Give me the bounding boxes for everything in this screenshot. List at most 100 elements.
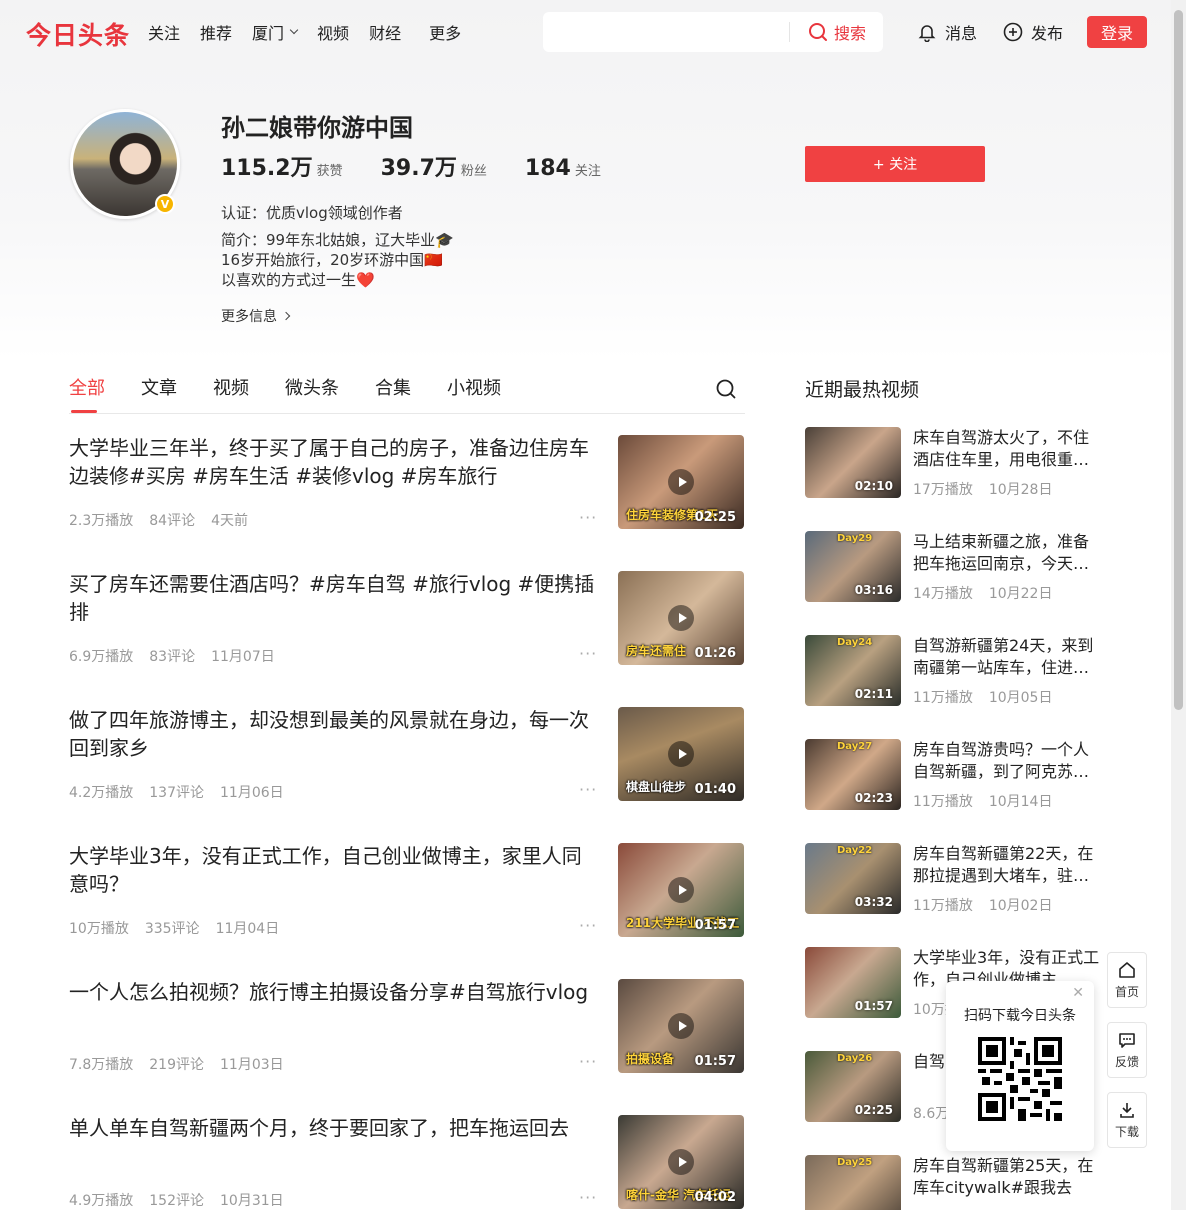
tab-collections[interactable]: 合集 — [375, 374, 411, 414]
follow-button[interactable]: + 关注 — [805, 146, 985, 182]
feed-title[interactable]: 单人单车自驾新疆两个月，终于要回家了，把车拖运回去 — [69, 1114, 599, 1142]
feed-title[interactable]: 大学毕业3年，没有正式工作，自己创业做博主，家里人同意吗？ — [69, 842, 599, 898]
video-duration: 01:40 — [694, 782, 736, 797]
feed-title[interactable]: 买了房车还需要住酒店吗？#房车自驾 #旅行vlog #便携插排 — [69, 570, 599, 626]
hot-video-item[interactable]: Day29 03:16 马上结束新疆之旅，准备把车拖运回南京，今天… 14万播放… — [805, 531, 1100, 635]
hot-video-thumbnail[interactable]: Day25 — [805, 1155, 901, 1210]
tab-articles[interactable]: 文章 — [141, 374, 177, 414]
scrollbar-thumb[interactable] — [1174, 10, 1183, 710]
hot-video-item[interactable]: Day27 02:23 房车自驾游贵吗？一个人自驾新疆，到了阿克苏… 11万播放… — [805, 739, 1100, 843]
hot-video-plays: 14万播放 — [913, 586, 973, 602]
tab-short-videos[interactable]: 小视频 — [447, 374, 501, 414]
hot-video-item[interactable]: Day22 03:32 房车自驾新疆第22天，在那拉提遇到大堵车，驻… 11万播… — [805, 843, 1100, 947]
stat-fans[interactable]: 39.7万 粉丝 — [381, 150, 487, 182]
tab-search-button[interactable] — [715, 378, 737, 404]
stat-following[interactable]: 184 关注 — [525, 156, 601, 181]
search-button-label: 搜索 — [834, 24, 867, 43]
hot-video-thumbnail[interactable]: Day24 02:11 — [805, 635, 901, 706]
publish-button[interactable]: 发布 — [1003, 20, 1063, 44]
nav-city[interactable]: 厦门 — [252, 20, 299, 44]
chevron-right-icon — [281, 311, 291, 321]
more-options-icon[interactable]: ··· — [579, 1188, 597, 1207]
feed-item[interactable]: 大学毕业三年半，终于买了属于自己的房子，准备边住房车边装修#买房 #房车生活 #… — [69, 428, 745, 564]
login-button[interactable]: 登录 — [1087, 16, 1147, 48]
more-options-icon[interactable]: ··· — [579, 508, 597, 527]
nav-finance[interactable]: 财经 — [369, 20, 401, 44]
hot-video-tag: Day27 — [837, 741, 873, 752]
feed-title[interactable]: 大学毕业三年半，终于买了属于自己的房子，准备边住房车边装修#买房 #房车生活 #… — [69, 434, 599, 490]
hot-video-item[interactable]: 02:10 床车自驾游太火了，不住酒店住车里，用电很重… 17万播放 10月28日 — [805, 427, 1100, 531]
search-button[interactable]: 搜索 — [808, 20, 866, 44]
toutiao-logo[interactable]: 今日头条 — [26, 16, 130, 52]
hot-video-thumbnail[interactable]: Day26 02:25 — [805, 1051, 901, 1122]
hot-video-thumbnail[interactable]: 02:10 — [805, 427, 901, 498]
hot-video-plays: 17万播放 — [913, 482, 973, 498]
tab-all[interactable]: 全部 — [69, 374, 105, 414]
hot-video-thumbnail[interactable]: Day29 03:16 — [805, 531, 901, 602]
hot-video-thumbnail[interactable]: Day22 03:32 — [805, 843, 901, 914]
hot-video-tag: Day26 — [837, 1053, 873, 1064]
feed-plays: 10万播放 — [69, 921, 129, 937]
feed-title[interactable]: 做了四年旅游博主，却没想到最美的风景就在身边，每一次回到家乡 — [69, 706, 599, 762]
float-feedback-button[interactable]: 反馈 — [1107, 1022, 1147, 1078]
more-options-icon[interactable]: ··· — [579, 916, 597, 935]
hot-video-title[interactable]: 马上结束新疆之旅，准备把车拖运回南京，今天… — [913, 531, 1101, 575]
close-icon[interactable]: ✕ — [1072, 985, 1084, 1001]
nav-recommend[interactable]: 推荐 — [200, 20, 232, 44]
video-thumbnail[interactable]: 棋盘山徒步 01:40 — [618, 707, 744, 801]
more-info-link[interactable]: 更多信息 — [221, 306, 291, 326]
thumbnail-caption: 房车还需住 — [626, 644, 687, 658]
video-thumbnail[interactable]: 211大学毕业 不找工 01:57 — [618, 843, 744, 937]
more-options-icon[interactable]: ··· — [579, 780, 597, 799]
feed-title[interactable]: 一个人怎么拍视频？旅行博主拍摄设备分享#自驾旅行vlog — [69, 978, 599, 1006]
hot-video-title[interactable]: 房车自驾游贵吗？一个人自驾新疆，到了阿克苏… — [913, 739, 1101, 783]
play-icon — [668, 1149, 694, 1175]
hot-video-tag: Day24 — [837, 637, 873, 648]
hot-video-title[interactable]: 床车自驾游太火了，不住酒店住车里，用电很重… — [913, 427, 1101, 471]
more-options-icon[interactable]: ··· — [579, 1052, 597, 1071]
feed-comments: 137评论 — [149, 785, 204, 801]
messages-button[interactable]: 消息 — [917, 20, 977, 44]
hot-video-item[interactable]: Day25 房车自驾新疆第25天，在库车citywalk#跟我去旅… — [805, 1155, 1100, 1210]
scrollbar[interactable] — [1171, 0, 1186, 1210]
stat-likes-label: 获赞 — [316, 164, 343, 179]
float-download-button[interactable]: 下载 — [1107, 1092, 1147, 1148]
search-input[interactable] — [543, 12, 789, 52]
top-header: 今日头条 关注 推荐 厦门 视频 财经 更多 搜索 消息 发布 登录 — [0, 0, 1186, 64]
video-thumbnail[interactable]: 拍摄设备 01:57 — [618, 979, 744, 1073]
nav-video[interactable]: 视频 — [317, 20, 349, 44]
hot-video-item[interactable]: Day24 02:11 自驾游新疆第24天，来到南疆第一站库车，住进… 11万播… — [805, 635, 1100, 739]
feed-item[interactable]: 大学毕业3年，没有正式工作，自己创业做博主，家里人同意吗？ 10万播放 335评论… — [69, 836, 745, 972]
hot-video-title[interactable]: 自驾游新疆第24天，来到南疆第一站库车，住进… — [913, 635, 1101, 679]
hot-video-thumbnail[interactable]: 01:57 — [805, 947, 901, 1018]
avatar[interactable]: V — [70, 109, 180, 219]
feed-item[interactable]: 单人单车自驾新疆两个月，终于要回家了，把车拖运回去 4.9万播放 152评论 10月… — [69, 1108, 745, 1210]
nav-follow[interactable]: 关注 — [148, 20, 180, 44]
feed-plays: 7.8万播放 — [69, 1057, 134, 1073]
video-thumbnail[interactable]: 房车还需住 01:26 — [618, 571, 744, 665]
hot-video-date: 10月28日 — [988, 482, 1053, 498]
hot-video-tag: Day25 — [837, 1157, 873, 1168]
verified-badge-icon: V — [155, 194, 175, 214]
certification-text: 认证：优质vlog领域创作者 — [221, 204, 403, 222]
tab-micro[interactable]: 微头条 — [285, 374, 339, 414]
float-home-button[interactable]: 首页 — [1107, 952, 1147, 1008]
video-thumbnail[interactable]: 喀什-金华 汽车托运 04:02 — [618, 1115, 744, 1209]
feed-item[interactable]: 买了房车还需要住酒店吗？#房车自驾 #旅行vlog #便携插排 6.9万播放 83… — [69, 564, 745, 700]
hot-video-title[interactable]: 房车自驾新疆第22天，在那拉提遇到大堵车，驻… — [913, 843, 1101, 887]
video-duration: 03:16 — [854, 583, 893, 597]
thumbnail-caption: 棋盘山徒步 — [626, 780, 687, 794]
hot-video-title[interactable]: 房车自驾新疆第25天，在库车citywalk#跟我去旅… — [913, 1155, 1101, 1199]
tab-videos[interactable]: 视频 — [213, 374, 249, 414]
profile-bio: 简介：99年东北姑娘，辽大毕业🎓 16岁开始旅行，20岁环游中国🇨🇳 以喜欢的方… — [221, 230, 454, 290]
video-thumbnail[interactable]: 住房车装修第1天 02:25 — [618, 435, 744, 529]
hot-videos-title: 近期最热视频 — [805, 379, 920, 401]
feed-time: 10月31日 — [220, 1193, 284, 1209]
feed-item[interactable]: 一个人怎么拍视频？旅行博主拍摄设备分享#自驾旅行vlog 7.8万播放 219评论… — [69, 972, 745, 1108]
content-tabs: 全部 文章 视频 微头条 合集 小视频 — [69, 374, 745, 414]
more-options-icon[interactable]: ··· — [579, 644, 597, 663]
nav-more[interactable]: 更多 — [429, 20, 461, 44]
feed-item[interactable]: 做了四年旅游博主，却没想到最美的风景就在身边，每一次回到家乡 4.2万播放 137… — [69, 700, 745, 836]
hot-video-tag: Day22 — [837, 845, 873, 856]
hot-video-thumbnail[interactable]: Day27 02:23 — [805, 739, 901, 810]
